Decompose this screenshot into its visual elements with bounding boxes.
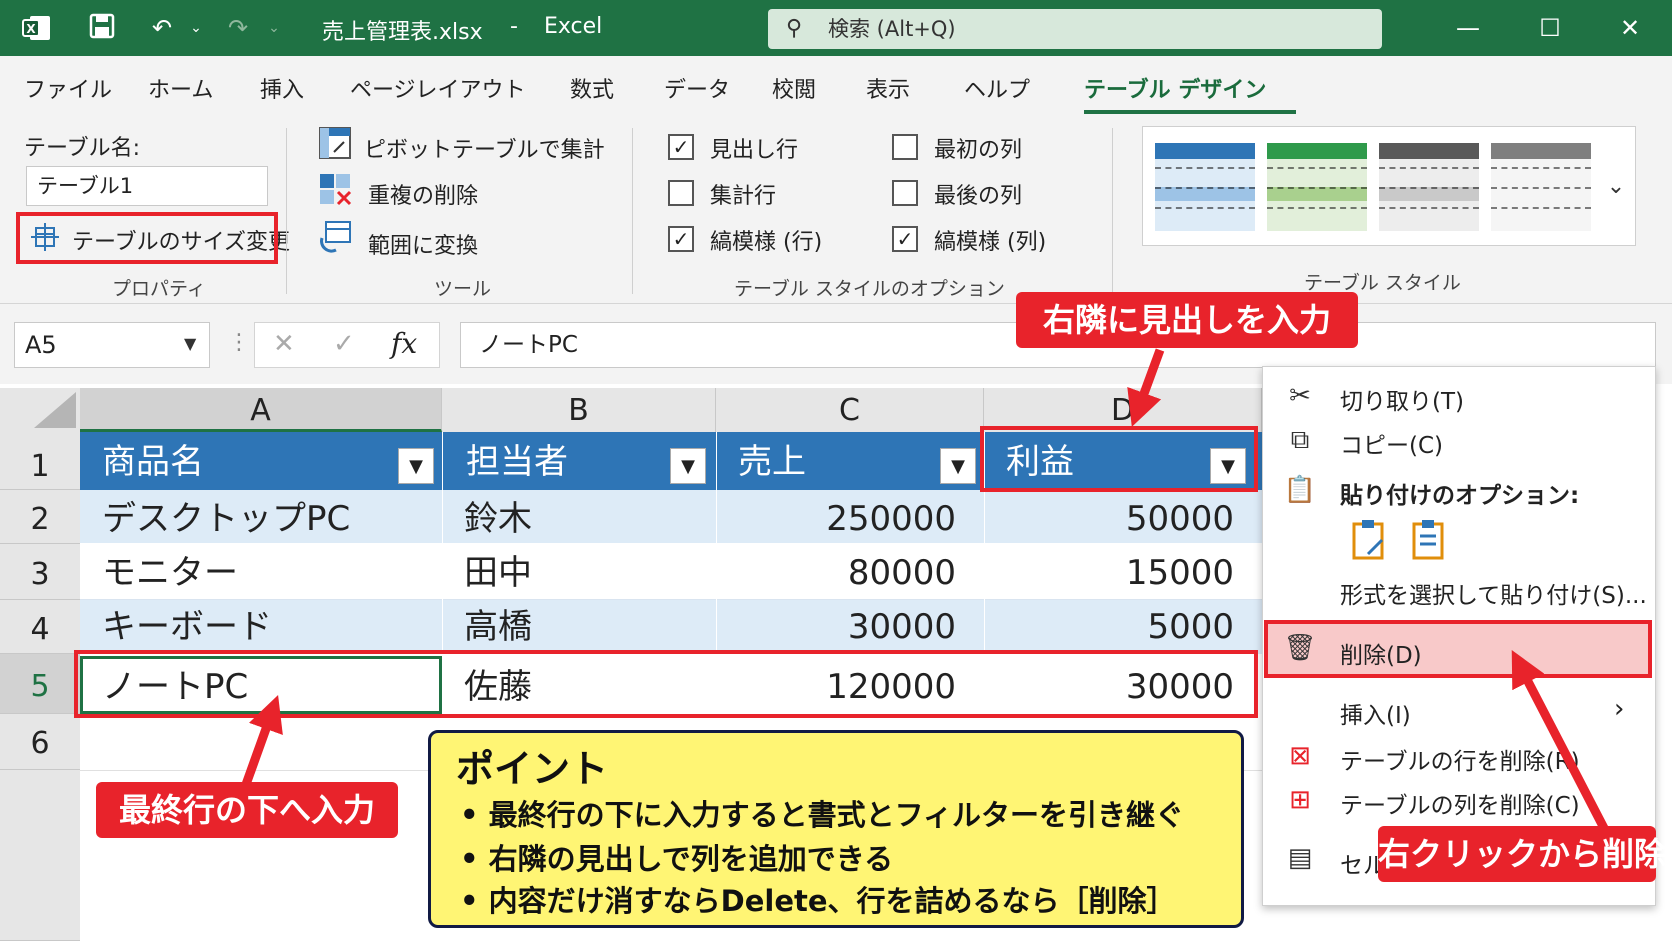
- callout-header-next: 右隣に見出しを入力: [1016, 292, 1358, 348]
- point-line: • 右隣の見出しで列を追加できる: [460, 842, 894, 876]
- arrow-to-row5: [239, 695, 283, 792]
- arrow-to-header: [1127, 348, 1165, 427]
- callout-below-last: 最終行の下へ入力: [96, 782, 398, 838]
- point-line: • 内容だけ消すならDelete、行を詰めるなら［削除］: [460, 884, 1176, 918]
- callout-right-click-delete: 右クリックから削除: [1378, 826, 1666, 882]
- point-line: • 最終行の下に入力すると書式とフィルターを引き継ぐ: [460, 798, 1185, 832]
- arrow-to-delete: [1511, 650, 1610, 835]
- point-title: ポイント: [456, 747, 609, 791]
